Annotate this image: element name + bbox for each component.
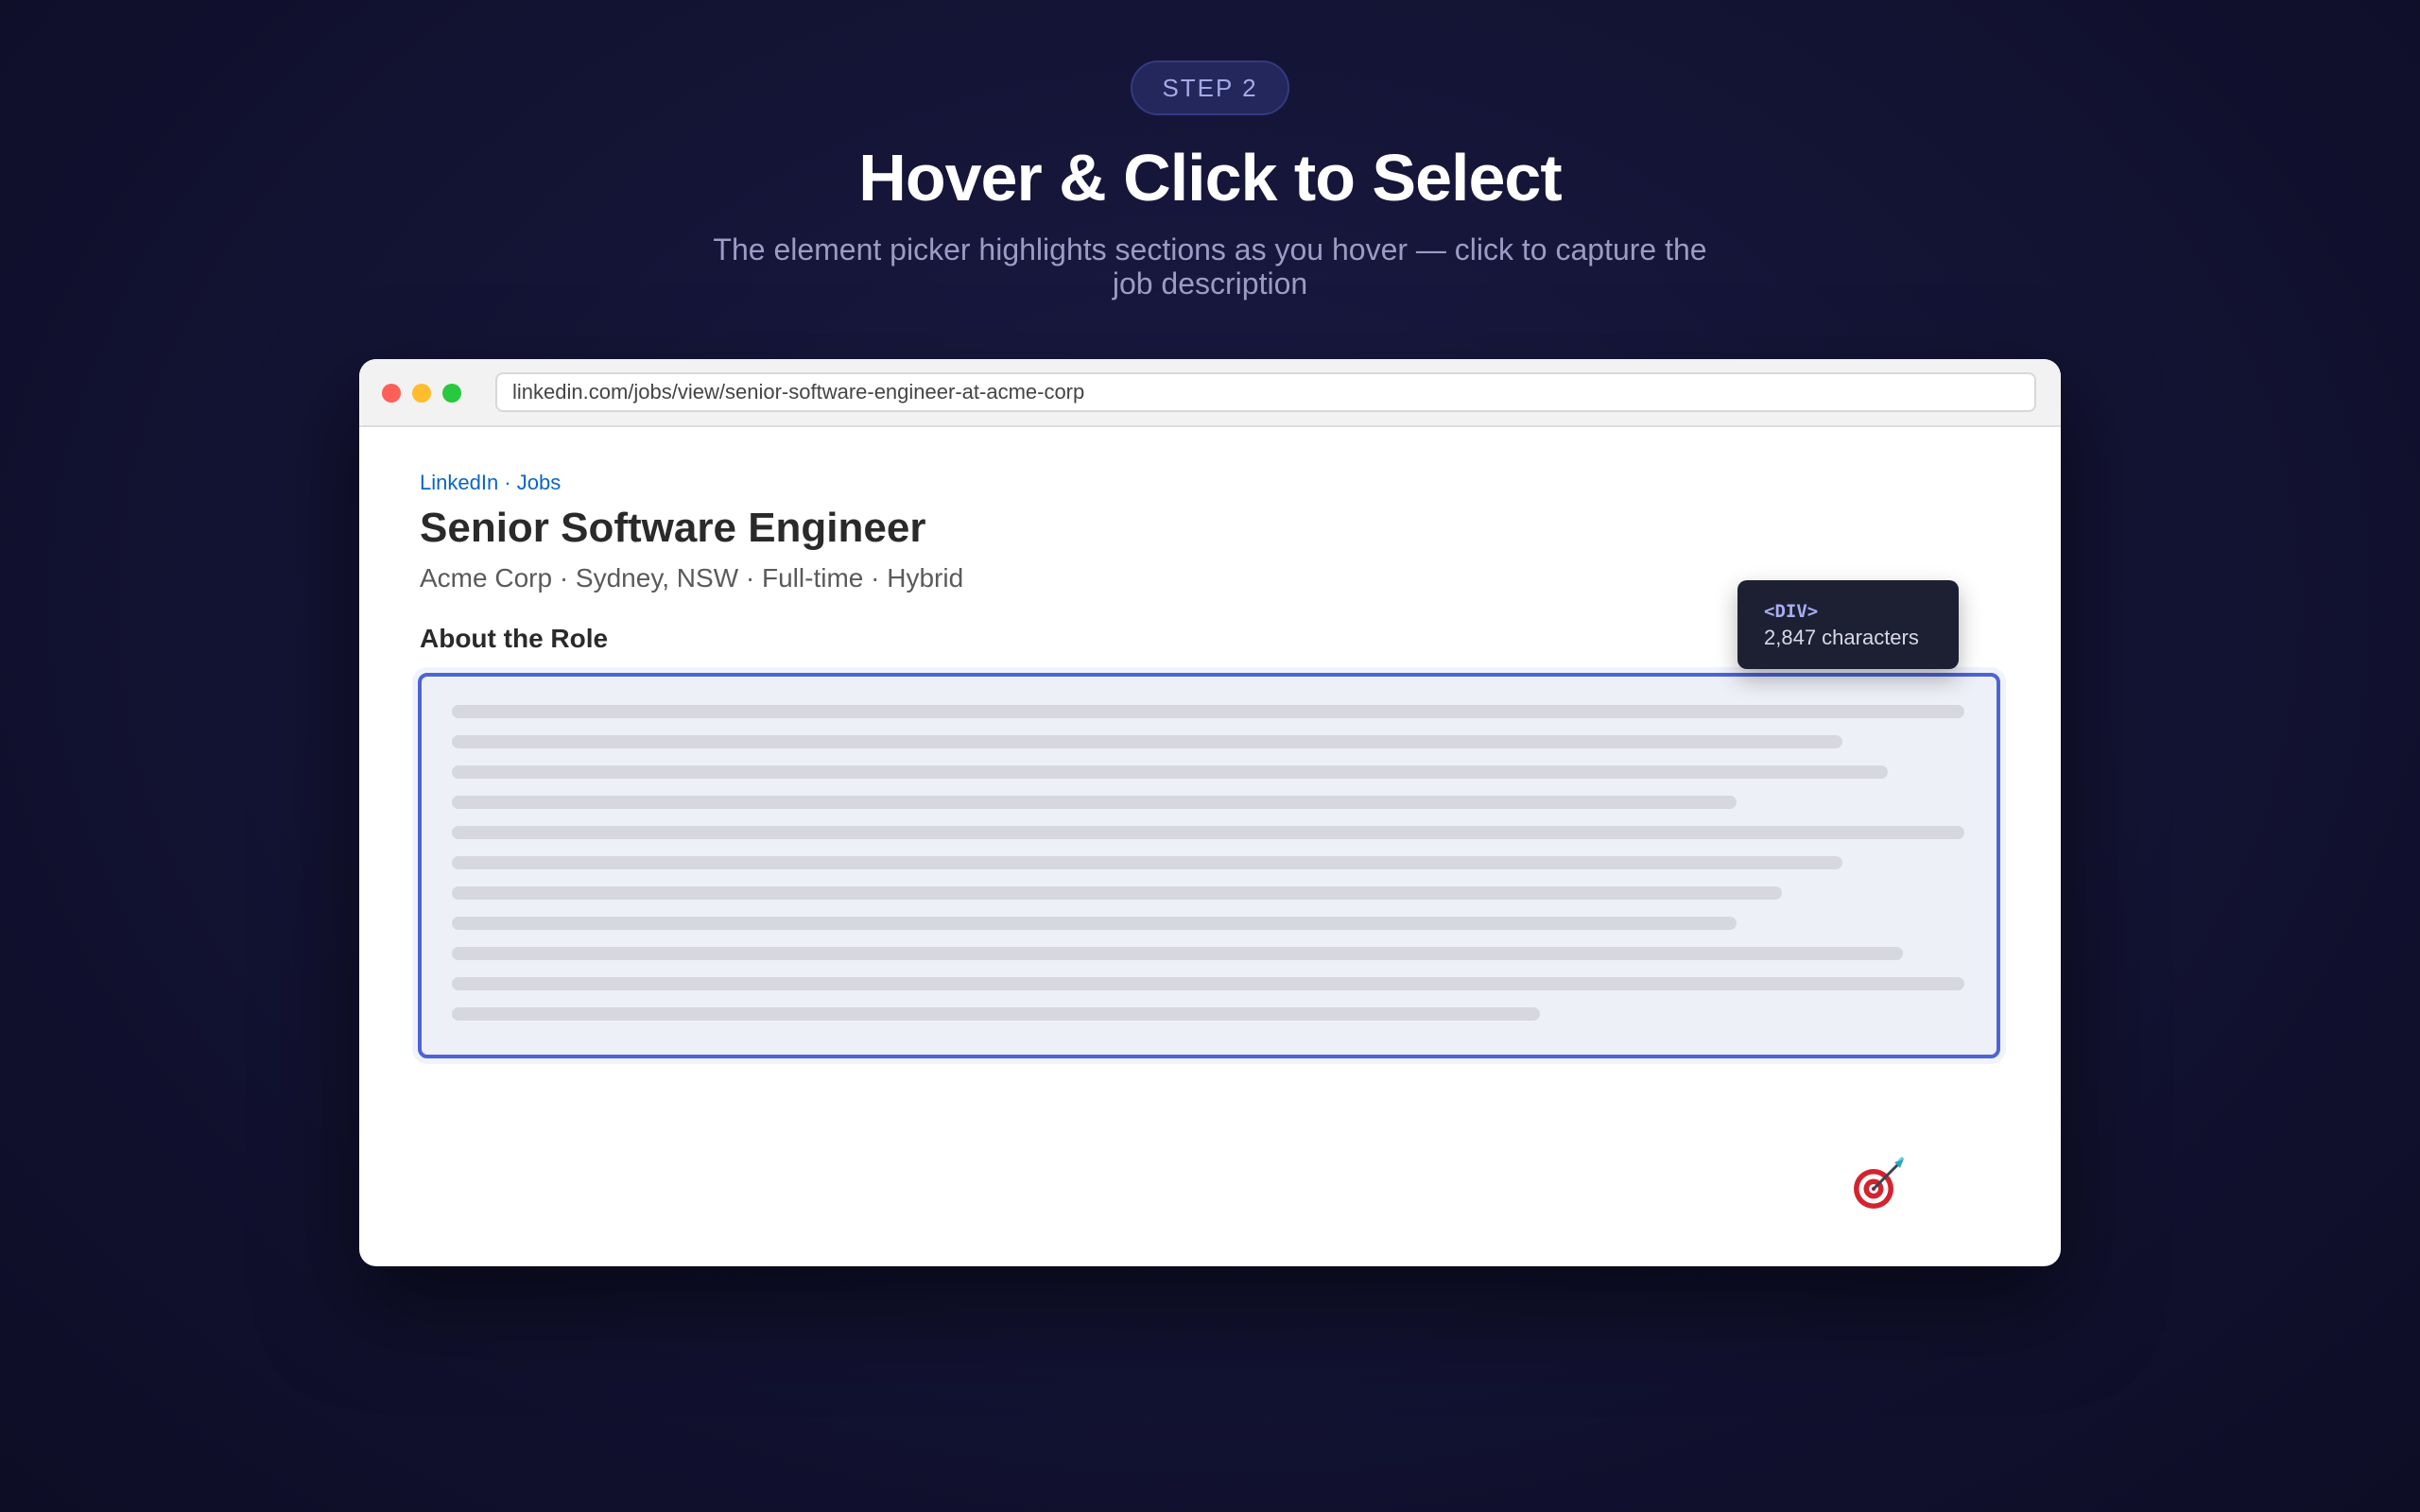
text-placeholder-line	[452, 917, 1737, 930]
text-placeholder-line	[452, 796, 1737, 809]
job-title: Senior Software Engineer	[420, 505, 926, 551]
text-placeholder-line	[452, 735, 1842, 748]
text-placeholder-line	[452, 886, 1782, 900]
browser-chrome: linkedin.com/jobs/view/senior-software-e…	[359, 359, 2061, 427]
text-placeholder-line	[452, 765, 1888, 779]
close-window-button[interactable]	[382, 384, 401, 403]
hero-title: Hover & Click to Select	[858, 141, 1562, 215]
text-placeholder-line	[452, 977, 1964, 990]
text-placeholder-line	[452, 705, 1964, 718]
job-page: LinkedIn · Jobs Senior Software Engineer…	[359, 427, 2061, 1266]
breadcrumb[interactable]: LinkedIn · Jobs	[420, 471, 561, 495]
text-placeholder-line	[452, 856, 1842, 869]
element-picker-tooltip: <DIV> 2,847 characters	[1737, 580, 1959, 669]
minimize-window-button[interactable]	[412, 384, 431, 403]
maximize-window-button[interactable]	[442, 384, 461, 403]
text-placeholder-line	[452, 1007, 1540, 1021]
section-heading: About the Role	[420, 624, 609, 653]
tooltip-tag: <DIV>	[1764, 601, 1819, 622]
dart-target-icon	[1854, 1157, 1904, 1209]
job-description-highlight[interactable]	[418, 673, 2000, 1058]
tooltip-character-count: 2,847 characters	[1764, 626, 1919, 649]
text-placeholder-line	[452, 826, 1964, 839]
job-meta: Acme Corp · Sydney, NSW · Full-time · Hy…	[420, 563, 964, 593]
address-bar[interactable]: linkedin.com/jobs/view/senior-software-e…	[495, 372, 2036, 412]
browser-window: linkedin.com/jobs/view/senior-software-e…	[359, 359, 2061, 1266]
hero-subtitle: The element picker highlights sections a…	[713, 232, 1707, 301]
step-badge: STEP 2	[1131, 60, 1289, 115]
text-placeholder-line	[452, 947, 1903, 960]
